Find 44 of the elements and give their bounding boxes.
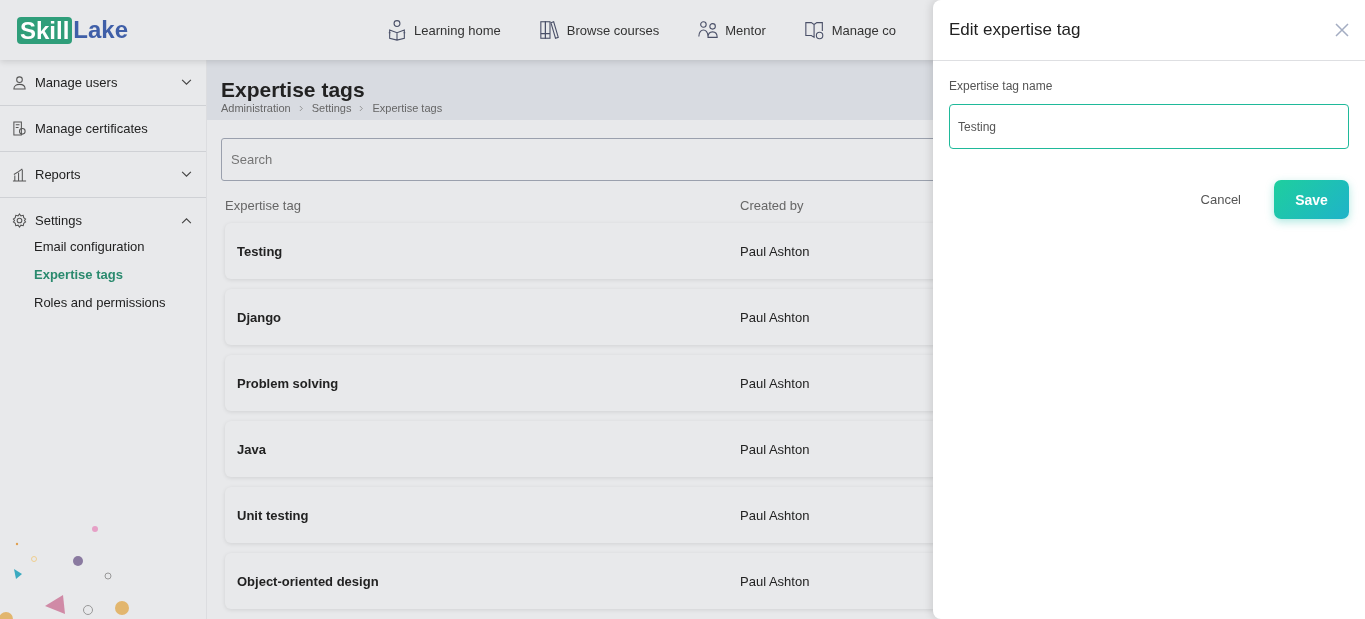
people-icon <box>697 19 720 41</box>
certificate-icon <box>12 121 27 136</box>
nav-link[interactable]: Manage co <box>803 19 897 41</box>
breadcrumb-link[interactable]: Settings <box>311 102 352 114</box>
table-cell-text: Java <box>237 441 267 457</box>
chevron-right-icon <box>298 104 304 112</box>
breadcrumb-link[interactable]: Expertise tags <box>372 102 443 114</box>
close-icon[interactable] <box>1335 23 1349 37</box>
column-header: Expertise tag <box>225 198 302 213</box>
table-cell-text: Testing <box>237 243 284 259</box>
settings-icon <box>12 213 27 228</box>
bar-chart-icon <box>12 167 27 182</box>
input-field[interactable]: Testing <box>949 104 1349 149</box>
sidebar-subitem[interactable]: Expertise tags <box>34 267 206 282</box>
table-cell: Paul Ashton <box>740 243 810 259</box>
nav-link[interactable]: Learning home <box>386 19 501 41</box>
table-cell-text: Django <box>237 309 283 325</box>
page-title: Expertise tags <box>221 78 365 102</box>
table-cell-text: Problem solving <box>237 375 340 391</box>
table-cell: Paul Ashton <box>740 573 810 589</box>
table-cell: Paul Ashton <box>740 441 810 457</box>
logo[interactable]: Skill Lake <box>17 16 129 44</box>
column-header: Created by <box>740 198 804 213</box>
nav-link[interactable]: Browse courses <box>538 19 660 41</box>
table-cell-text: Object-oriented design <box>237 573 380 589</box>
chevron-right-icon <box>359 104 365 112</box>
sidebar-item[interactable]: Manage certificates <box>0 106 206 151</box>
sidebar-subitem[interactable]: Roles and permissions <box>34 295 206 310</box>
table-cell: Paul Ashton <box>740 507 810 523</box>
breadcrumb-link[interactable]: Administration <box>221 102 291 114</box>
panel-title: Edit expertise tag <box>949 20 1081 40</box>
logo-text: Lake <box>73 16 129 44</box>
cancel-button[interactable]: Cancel <box>1194 191 1247 208</box>
nav-link[interactable]: Mentor <box>697 19 766 41</box>
books-icon <box>538 19 561 41</box>
sidebar-item[interactable]: Manage users <box>0 60 206 105</box>
table-cell: Paul Ashton <box>740 375 810 391</box>
sidebar-item[interactable]: Reports <box>0 152 206 197</box>
table-cell: Paul Ashton <box>740 309 810 325</box>
logo-badge: Skill <box>17 16 73 44</box>
user-icon <box>12 75 27 90</box>
table-cell-text: Unit testing <box>237 507 310 523</box>
book-gear-icon <box>803 19 826 41</box>
field-label: Expertise tag name <box>949 79 1054 93</box>
